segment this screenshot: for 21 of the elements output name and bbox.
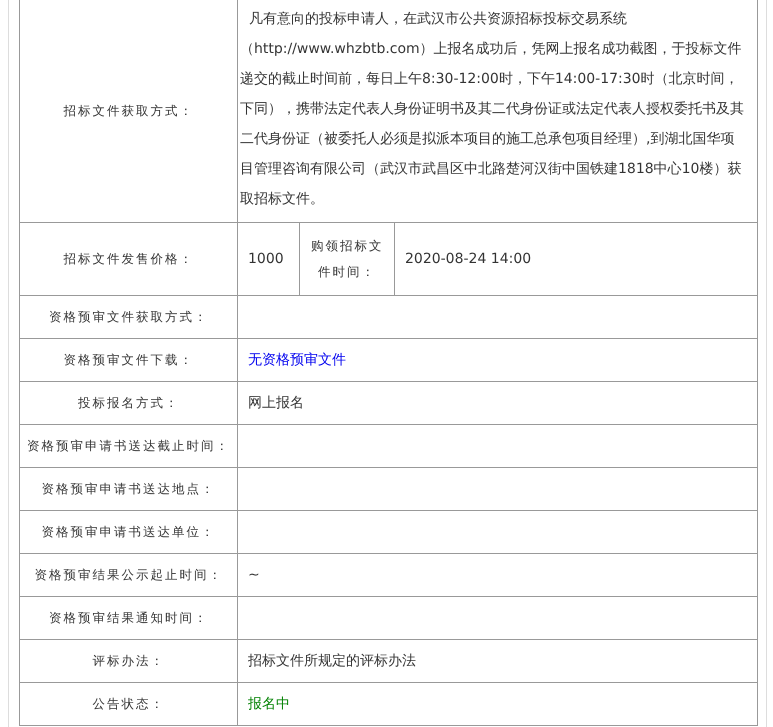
value-text: 网上报名 — [248, 394, 304, 412]
value-text: 凡有意向的投标申请人，在武汉市公共资源招标投标交易系统（http://www.whzbtb.com）上报名成功后，凭网上报名成功截图，于投标文件递交的截止时间前，每日上午8:30-12:00时，下午14:00-17:30时（北京时间，下同），携带法定代表人身份证明书及其二代身份证或法定代表人授权委托书及其二代身份证（被委托人必须是拟派本项目的施工总承包项目经理）,到湖北国华项目管理咨询有限公司（武汉市武昌区中北路楚河汉街中国铁建1818中心10楼）获取招标文件。 — [238, 0, 757, 223]
row-label: 资格预审文件下载： — [20, 339, 238, 382]
value-text: ~ — [248, 567, 260, 583]
value-text: 2020-08-24 14:00 — [405, 251, 532, 267]
row-label: 资格预审申请书送达地点： — [20, 468, 238, 511]
download-link[interactable]: 无资格预审文件 — [248, 351, 346, 369]
row-label: 资格预审文件获取方式： — [20, 296, 238, 339]
row-label: 购领招标文件时间： — [300, 223, 395, 295]
row-label: 投标报名方式： — [20, 382, 238, 425]
price-text: 1000 — [248, 251, 284, 267]
row-label: 评标办法： — [20, 640, 238, 683]
status-text: 报名中 — [248, 695, 290, 713]
row-label: 资格预审申请书送达截止时间： — [20, 425, 238, 468]
value-text: 招标文件所规定的评标办法 — [248, 652, 416, 670]
row-label: 资格预审申请书送达单位： — [20, 511, 238, 554]
row-label: 资格预审结果公示起止时间： — [20, 554, 238, 597]
row-label: 招标文件获取方式： — [20, 0, 238, 223]
row-label: 公告状态： — [20, 683, 238, 726]
row-label: 招标文件发售价格： — [20, 223, 238, 296]
row-label: 资格预审结果通知时间： — [20, 597, 238, 640]
